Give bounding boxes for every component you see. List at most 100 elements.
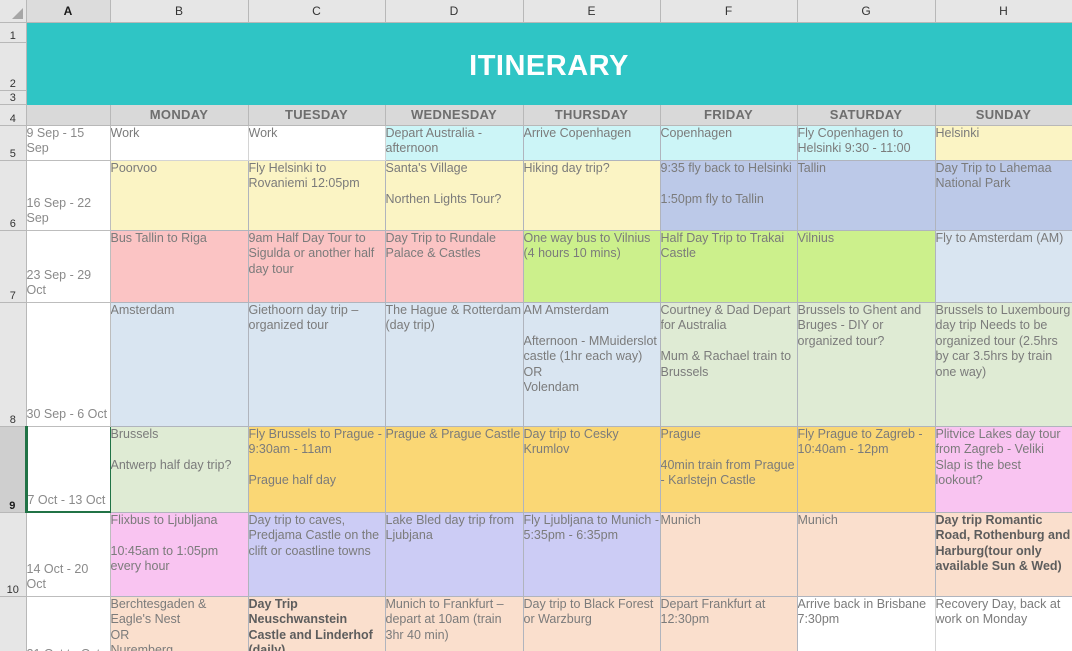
itinerary-cell[interactable]: Fly Helsinki to Rovaniemi 12:05pm (247, 159, 386, 231)
itinerary-cell[interactable]: Arrive back in Brisbane 7:30pm (796, 595, 936, 651)
itinerary-cell[interactable]: Fly Brussels to Prague - 9:30am - 11am P… (247, 425, 386, 513)
itinerary-cell[interactable]: Brussels Antwerp half day trip? (109, 425, 249, 513)
itinerary-cell[interactable]: Munich (796, 511, 936, 597)
itinerary-week-row: 6 16 Sep - 22 Sep Poorvoo Fly Helsinki to R… (0, 159, 1072, 231)
select-all-triangle-icon (11, 7, 23, 19)
title-banner-top (25, 21, 1072, 43)
itinerary-week-row: 7 23 Sep - 29 Oct Bus Tallin to Riga 9am Ha… (0, 229, 1072, 303)
itinerary-cell[interactable]: Depart Frankfurt at 12:30pm (659, 595, 798, 651)
itinerary-cell[interactable]: Munich (659, 511, 798, 597)
title-banner-bottom (25, 89, 1072, 105)
itinerary-cell[interactable]: Santa's Village Northen Lights Tour? (384, 159, 524, 231)
itinerary-cell[interactable]: Copenhagen (659, 124, 798, 161)
itinerary-cell[interactable]: Day trip to Cesky Krumlov (522, 425, 661, 513)
itinerary-cell[interactable]: Brussels to Luxembourg day trip Needs to… (934, 301, 1072, 427)
weekday-header-friday: FRIDAY (659, 103, 798, 126)
column-header-g[interactable]: G (797, 0, 936, 23)
row-header-6[interactable]: 6 (0, 160, 27, 231)
itinerary-cell[interactable]: One way bus to Vilnius (4 hours 10 mins) (522, 229, 661, 303)
row-header-4[interactable]: 4 (0, 104, 27, 126)
itinerary-week-row: 10 14 Oct - 20 Oct Flixbus to Ljubljana 10… (0, 511, 1072, 597)
column-header-b[interactable]: B (110, 0, 249, 23)
row-header-5[interactable]: 5 (0, 125, 27, 161)
itinerary-cell[interactable]: Depart Australia - afternoon (384, 124, 524, 161)
select-all-corner[interactable] (0, 0, 27, 23)
itinerary-cell[interactable]: 9am Half Day Tour to Sigulda or another … (247, 229, 386, 303)
itinerary-grid: A B C D E F G H 1 2 ITINERARY 3 4 MONDAY TUESDAY WEDNES… (0, 0, 1072, 651)
itinerary-cell[interactable]: Work (109, 124, 249, 161)
row-header-11[interactable]: 11 (0, 596, 27, 651)
weekday-header-tuesday: TUESDAY (247, 103, 386, 126)
itinerary-cell[interactable]: Lake Bled day trip from Ljubjana (384, 511, 524, 597)
itinerary-cell[interactable]: Work (247, 124, 386, 161)
itinerary-cell[interactable]: AM Amsterdam Afternoon - MMuiderslot cas… (522, 301, 661, 427)
week-date-label[interactable]: 23 Sep - 29 Oct (25, 229, 111, 303)
column-header-a[interactable]: A (26, 0, 111, 23)
itinerary-cell[interactable]: Day trip to Black Forest or Warzburg (522, 595, 661, 651)
row-header-3[interactable]: 3 (0, 90, 27, 105)
itinerary-cell[interactable]: Giethoorn day trip – organized tour (247, 301, 386, 427)
row-header-10[interactable]: 10 (0, 512, 27, 597)
itinerary-cell[interactable]: Day Trip to Rundale Palace & Castles (384, 229, 524, 303)
itinerary-cell[interactable]: Helsinki (934, 124, 1072, 161)
column-header-f[interactable]: F (660, 0, 798, 23)
itinerary-cell[interactable]: Day trip Romantic Road, Rothenburg and H… (934, 511, 1072, 597)
itinerary-cell[interactable]: Fly Prague to Zagreb - 10:40am - 12pm (796, 425, 936, 513)
itinerary-cell[interactable]: Arrive Copenhagen (522, 124, 661, 161)
itinerary-cell[interactable]: The Hague & Rotterdam (day trip) (384, 301, 524, 427)
itinerary-cell[interactable]: Prague 40min train from Prague - Karlste… (659, 425, 798, 513)
itinerary-cell[interactable]: Munich to Frankfurt – depart at 10am (tr… (384, 595, 524, 651)
row-header-2[interactable]: 2 (0, 42, 27, 91)
row-header-7[interactable]: 7 (0, 230, 27, 303)
itinerary-cell[interactable]: Brussels to Ghent and Bruges - DIY or or… (796, 301, 936, 427)
week-date-label[interactable]: 16 Sep - 22 Sep (25, 159, 111, 231)
itinerary-week-row: 1121 Oct to OctBerchtesgaden & Eagle's N… (0, 595, 1072, 651)
column-header-d[interactable]: D (385, 0, 524, 23)
itinerary-cell[interactable]: Amsterdam (109, 301, 249, 427)
week-date-label[interactable]: 7 Oct - 13 Oct (24, 425, 111, 513)
itinerary-cell[interactable]: Prague & Prague Castle (384, 425, 524, 513)
itinerary-week-row: 97 Oct - 13 Oct Brussels Antwerp half day… (0, 425, 1072, 513)
itinerary-cell[interactable]: 9:35 fly back to Helsinki 1:50pm fly to … (659, 159, 798, 231)
itinerary-cell[interactable]: Day Trip Neuschwanstein Castle and Linde… (247, 595, 386, 651)
weekday-header-sunday: SUNDAY (934, 103, 1072, 126)
sheet-row-2: 2 ITINERARY (0, 41, 1072, 91)
itinerary-cell[interactable]: Flixbus to Ljubljana 10:45am to 1:05pm e… (109, 511, 249, 597)
itinerary-week-row: 8 30 Sep - 6 Oct Amsterdam Giethoorn day tr… (0, 301, 1072, 427)
sheet-title: ITINERARY (25, 41, 1072, 91)
weekday-header-row: 4 MONDAY TUESDAY WEDNESDAY THURSDAY FRIDAY SAT… (0, 103, 1072, 126)
sheet-row-1: 1 (0, 21, 1072, 43)
itinerary-cell[interactable]: Plitvice Lakes day tour from Zagreb - Ve… (934, 425, 1072, 513)
weekday-header-saturday: SATURDAY (796, 103, 936, 126)
weekday-header-monday: MONDAY (109, 103, 249, 126)
week-date-label[interactable]: 14 Oct - 20 Oct (25, 511, 111, 597)
itinerary-cell[interactable]: Half Day Trip to Trakai Castle (659, 229, 798, 303)
itinerary-cell[interactable]: Courtney & Dad Depart for Australia Mum … (659, 301, 798, 427)
weekday-header-blank (25, 103, 111, 126)
itinerary-cell[interactable]: Day trip to caves, Predjama Castle on th… (247, 511, 386, 597)
itinerary-cell[interactable]: Day Trip to Lahemaa National Park (934, 159, 1072, 231)
itinerary-week-row: 59 Sep - 15 Sep Work Work Depart Australia … (0, 124, 1072, 161)
weekday-header-wednesday: WEDNESDAY (384, 103, 524, 126)
itinerary-cell[interactable]: Vilnius (796, 229, 936, 303)
itinerary-cell[interactable]: Poorvoo (109, 159, 249, 231)
row-header-9[interactable]: 9 (0, 426, 27, 513)
itinerary-cell[interactable]: Tallin (796, 159, 936, 231)
itinerary-cell[interactable]: Bus Tallin to Riga (109, 229, 249, 303)
column-header-c[interactable]: C (248, 0, 386, 23)
week-date-label[interactable]: 9 Sep - 15 Sep (25, 124, 111, 161)
itinerary-cell[interactable]: Recovery Day, back at work on Monday (934, 595, 1072, 651)
itinerary-cell[interactable]: Fly Copenhagen to Helsinki 9:30 - 11:00 (796, 124, 936, 161)
column-header-e[interactable]: E (523, 0, 661, 23)
week-date-label[interactable]: 21 Oct to Oct (25, 595, 111, 651)
itinerary-cell[interactable]: Berchtesgaden & Eagle's Nest OR Nurember… (109, 595, 249, 651)
weekday-header-thursday: THURSDAY (522, 103, 661, 126)
column-header-row: ABCDEFGH (0, 0, 1072, 23)
week-date-label[interactable]: 30 Sep - 6 Oct (25, 301, 111, 427)
itinerary-cell[interactable]: Fly to Amsterdam (AM) (934, 229, 1072, 303)
itinerary-cell[interactable]: Fly Ljubljana to Munich - 5:35pm - 6:35p… (522, 511, 661, 597)
row-header-8[interactable]: 8 (0, 302, 27, 427)
itinerary-cell[interactable]: Hiking day trip? (522, 159, 661, 231)
column-header-h[interactable]: H (935, 0, 1072, 23)
row-header-1[interactable]: 1 (0, 22, 27, 43)
